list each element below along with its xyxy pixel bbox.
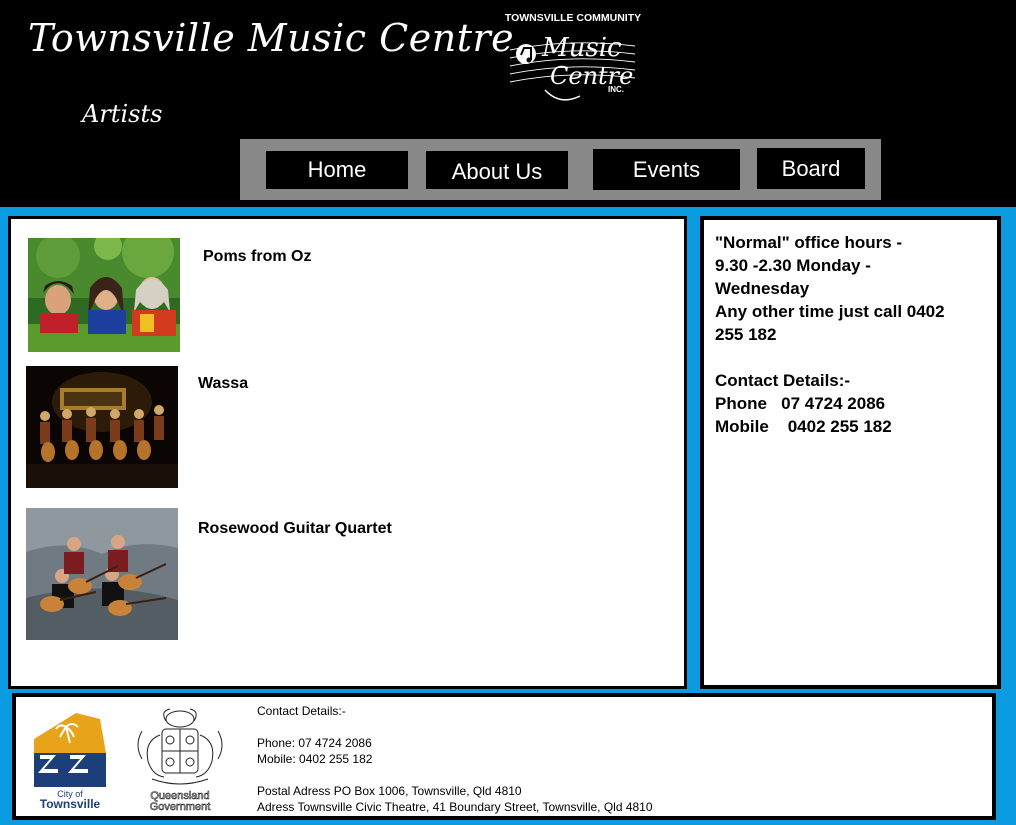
logo-inc-text: INC. [608, 85, 624, 94]
artist-name-wassa[interactable]: Wassa [198, 375, 248, 393]
footer-mobile: Mobile: 0402 255 182 [257, 752, 373, 766]
site-title: Townsville Music Centre [28, 16, 515, 60]
artist-name-poms-from-oz[interactable]: Poms from Oz [203, 248, 311, 266]
footer-phone: Phone: 07 4724 2086 [257, 736, 372, 750]
hours-line: 255 182 [715, 325, 777, 344]
footer-contact-details: Contact Details:- Phone: 07 4724 2086 Mo… [257, 703, 653, 815]
phone-line: Phone 07 4724 2086 [715, 394, 886, 413]
hours-line: 9.30 -2.30 Monday - [715, 256, 871, 275]
city-logo-line2: Townsville [40, 797, 101, 811]
footer-contact-heading: Contact Details:- [257, 704, 346, 718]
hours-line [715, 346, 977, 369]
artist-photo-poms-from-oz[interactable] [28, 238, 180, 352]
contact-heading: Contact Details:- [715, 371, 851, 390]
artist-photo-rosewood-guitar-quartet[interactable] [26, 508, 178, 640]
nav-events-button[interactable]: Events [593, 149, 740, 190]
main-nav: Home About Us Events Board [240, 139, 881, 200]
qld-logo-line2: Government [150, 801, 211, 811]
page-title: Artists [82, 100, 163, 128]
office-hours-text: "Normal" office hours - 9.30 -2.30 Monda… [715, 231, 977, 438]
mobile-line: Mobile 0402 255 182 [715, 417, 892, 436]
logo-word-music: Music [541, 33, 622, 63]
music-centre-logo: TOWNSVILLE COMMUNITY Music Centre INC. [505, 12, 641, 101]
footer-street-address: Adress Townsville Civic Theatre, 41 Boun… [257, 800, 653, 814]
hours-line: "Normal" office hours - [715, 233, 903, 252]
footer-postal-address: Postal Adress PO Box 1006, Townsville, Q… [257, 784, 522, 798]
queensland-government-logo[interactable]: Queensland Government [130, 705, 230, 811]
hours-line: Wednesday [715, 279, 810, 298]
nav-about-us-button[interactable]: About Us [426, 151, 568, 189]
city-of-townsville-logo[interactable]: City of Townsville [30, 709, 116, 811]
nav-home-button[interactable]: Home [266, 151, 408, 189]
hours-line: Any other time just call 0402 [715, 302, 945, 321]
footer-spacer [257, 767, 653, 783]
artist-name-rosewood-guitar-quartet[interactable]: Rosewood Guitar Quartet [198, 520, 392, 538]
nav-board-button[interactable]: Board [757, 148, 865, 189]
footer-spacer [257, 719, 653, 735]
artists-panel: Poms from Oz Wassa Rosewood Guitar Quart… [8, 216, 687, 689]
site-footer: City of Townsville Queensland Government… [12, 693, 996, 820]
office-hours-panel: "Normal" office hours - 9.30 -2.30 Monda… [700, 216, 1001, 689]
site-header: Townsville Music Centre Artists TOWNSVIL… [0, 0, 1016, 207]
logo-top-text: TOWNSVILLE COMMUNITY [505, 12, 641, 24]
artist-photo-wassa[interactable] [26, 366, 178, 488]
